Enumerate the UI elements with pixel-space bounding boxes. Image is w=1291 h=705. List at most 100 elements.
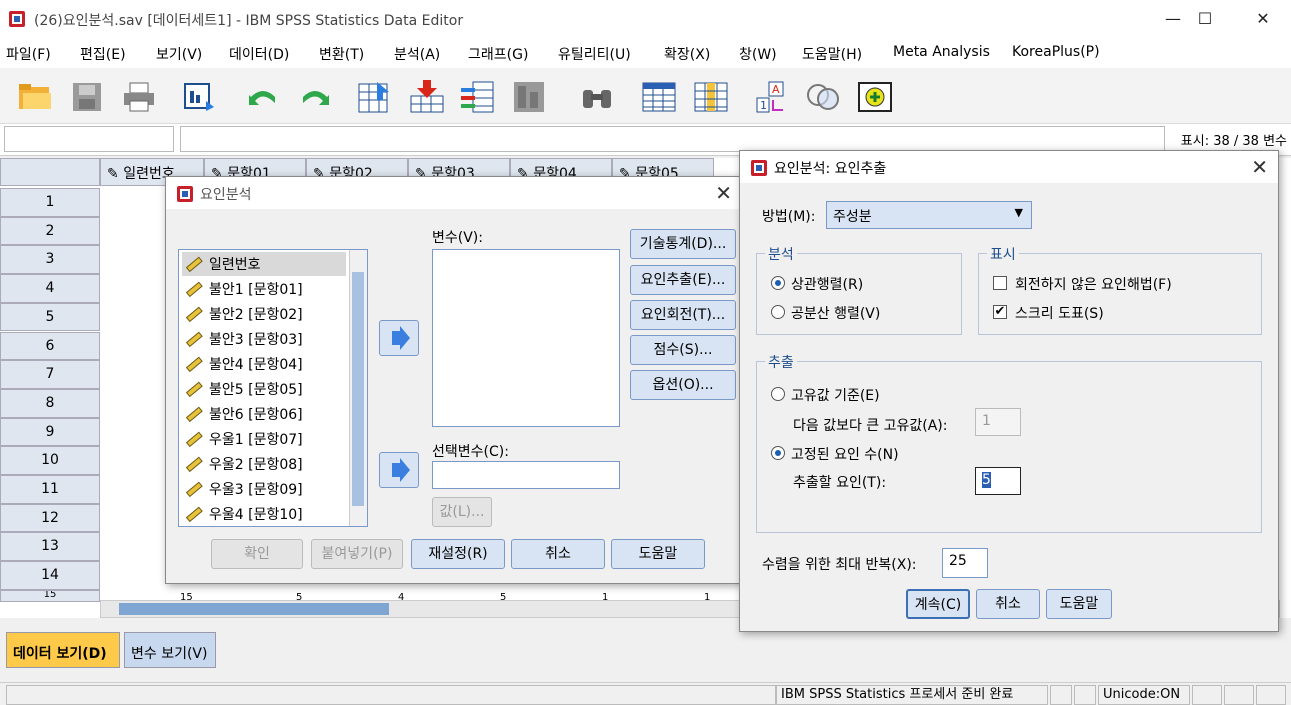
cell-reference-box[interactable]	[4, 126, 174, 152]
row-header[interactable]: 1	[0, 188, 100, 217]
goto-case-icon[interactable]	[356, 78, 394, 116]
list-item[interactable]: 우울2 [문항08]	[185, 452, 303, 476]
row-header[interactable]: 15	[0, 589, 100, 602]
undo-icon[interactable]	[244, 78, 282, 116]
scores-button[interactable]: 점수(S)...	[630, 335, 736, 365]
list-item[interactable]: 불안5 [문항05]	[185, 377, 303, 401]
eigenvalue-option-label[interactable]: 고유값 기준(E)	[791, 385, 880, 405]
selection-variable-field[interactable]	[432, 461, 620, 489]
list-scrollbar[interactable]	[349, 250, 367, 526]
find-icon[interactable]	[578, 78, 616, 116]
tab-data-view[interactable]: 데이터 보기(D)	[6, 632, 120, 668]
scrollbar-thumb[interactable]	[352, 272, 364, 506]
close-icon[interactable]: ✕	[715, 181, 732, 205]
grid-corner[interactable]	[0, 158, 100, 186]
row-header[interactable]: 11	[0, 475, 100, 504]
list-item[interactable]: 우울3 [문항09]	[185, 477, 303, 501]
menu-koreaplus[interactable]: KoreaPlus(P)	[1012, 44, 1100, 60]
row-header[interactable]: 2	[0, 216, 100, 246]
scrollbar-thumb[interactable]	[119, 603, 389, 615]
insert-cases-icon[interactable]	[640, 78, 678, 116]
menu-extensions[interactable]: 확장(X)	[664, 44, 710, 64]
scree-plot-checkbox[interactable]: ✔	[993, 305, 1007, 319]
goto-variable-icon[interactable]	[408, 78, 446, 116]
covariance-matrix-label[interactable]: 공분산 행렬(V)	[791, 303, 880, 323]
factors-to-extract-field[interactable]: 5	[975, 467, 1021, 495]
row-header[interactable]: 3	[0, 245, 100, 275]
ok-button[interactable]: 확인	[211, 539, 303, 569]
maximize-button[interactable]: ☐	[1182, 6, 1228, 32]
eigenvalue-radio[interactable]	[771, 387, 785, 401]
print-icon[interactable]	[120, 78, 158, 116]
list-item[interactable]: 우울4 [문항10]	[185, 502, 303, 526]
redo-icon[interactable]	[296, 78, 334, 116]
row-header[interactable]: 13	[0, 532, 100, 562]
menu-transform[interactable]: 변환(T)	[319, 44, 364, 64]
list-item[interactable]: 일련번호	[185, 252, 261, 276]
row-header[interactable]: 7	[0, 360, 100, 389]
menu-edit[interactable]: 편집(E)	[80, 44, 126, 64]
extraction-button[interactable]: 요인추출(E)...	[630, 265, 736, 295]
menu-analyze[interactable]: 분석(A)	[394, 44, 440, 64]
save-icon[interactable]	[68, 78, 106, 116]
menu-graphs[interactable]: 그래프(G)	[468, 44, 528, 64]
cancel-button[interactable]: 취소	[976, 589, 1040, 619]
menu-utilities[interactable]: 유틸리티(U)	[558, 44, 631, 64]
covariance-matrix-radio[interactable]	[771, 305, 785, 319]
reset-button[interactable]: 재설정(R)	[411, 539, 505, 569]
unrotated-solution-checkbox[interactable]	[993, 276, 1007, 290]
menu-data[interactable]: 데이터(D)	[229, 44, 289, 64]
select-cases-icon[interactable]	[804, 78, 842, 116]
list-item[interactable]: 불안6 [문항06]	[185, 402, 303, 426]
open-icon[interactable]	[16, 78, 54, 116]
row-header[interactable]: 14	[0, 561, 100, 590]
list-item[interactable]: 불안3 [문항03]	[185, 327, 303, 351]
list-item[interactable]: 불안2 [문항02]	[185, 302, 303, 326]
rotation-button[interactable]: 요인회전(T)...	[630, 300, 736, 330]
help-button[interactable]: 도움말	[1046, 589, 1112, 619]
continue-button[interactable]: 계속(C)	[906, 589, 970, 619]
menu-file[interactable]: 파일(F)	[6, 44, 51, 64]
target-variable-list[interactable]	[432, 249, 620, 427]
row-header[interactable]: 10	[0, 446, 100, 475]
move-to-variables-button[interactable]	[379, 320, 419, 356]
split-file-icon[interactable]: A1	[754, 78, 792, 116]
source-variable-list[interactable]: 일련번호 불안1 [문항01] 불안2 [문항02] 불안3 [문항03] 불안…	[178, 249, 368, 527]
row-header[interactable]: 9	[0, 417, 100, 447]
close-button[interactable]: ✕	[1240, 6, 1286, 32]
value-button[interactable]: 값(L)...	[432, 497, 492, 527]
paste-button[interactable]: 붙여넣기(P)	[311, 539, 403, 569]
correlation-matrix-label[interactable]: 상관행렬(R)	[791, 274, 863, 294]
menu-help[interactable]: 도움말(H)	[802, 44, 862, 64]
list-item[interactable]: 불안4 [문항04]	[185, 352, 303, 376]
unrotated-solution-label[interactable]: 회전하지 않은 요인해법(F)	[1015, 274, 1172, 294]
menu-window[interactable]: 창(W)	[739, 44, 777, 64]
menu-view[interactable]: 보기(V)	[156, 44, 202, 64]
cancel-button[interactable]: 취소	[511, 539, 605, 569]
menu-meta-analysis[interactable]: Meta Analysis	[893, 44, 990, 60]
row-header[interactable]: 8	[0, 388, 100, 418]
close-icon[interactable]: ✕	[1251, 155, 1268, 179]
value-labels-icon[interactable]	[856, 78, 894, 116]
list-item[interactable]: 우울1 [문항07]	[185, 427, 303, 451]
eigenvalue-threshold-field[interactable]: 1	[975, 408, 1021, 436]
row-header[interactable]: 4	[0, 274, 100, 303]
row-header[interactable]: 5	[0, 302, 100, 332]
tab-variable-view[interactable]: 변수 보기(V)	[124, 632, 216, 668]
move-to-selection-button[interactable]	[379, 452, 419, 488]
recall-dialog-icon[interactable]	[180, 78, 218, 116]
row-header[interactable]: 6	[0, 331, 100, 361]
help-button[interactable]: 도움말	[611, 539, 705, 569]
correlation-matrix-radio[interactable]	[771, 276, 785, 290]
max-iterations-field[interactable]: 25	[942, 548, 988, 578]
run-descriptives-icon[interactable]	[510, 78, 548, 116]
row-header[interactable]: 12	[0, 503, 100, 533]
fixed-factors-radio[interactable]	[771, 446, 785, 460]
list-item[interactable]: 불안1 [문항01]	[185, 277, 303, 301]
descriptives-button[interactable]: 기술통계(D)...	[630, 229, 736, 259]
cell-value-editor[interactable]	[180, 126, 1165, 152]
fixed-factors-label[interactable]: 고정된 요인 수(N)	[791, 444, 899, 464]
scree-plot-label[interactable]: 스크리 도표(S)	[1015, 303, 1104, 323]
options-button[interactable]: 옵션(O)...	[630, 370, 736, 400]
insert-variable-icon[interactable]	[692, 78, 730, 116]
